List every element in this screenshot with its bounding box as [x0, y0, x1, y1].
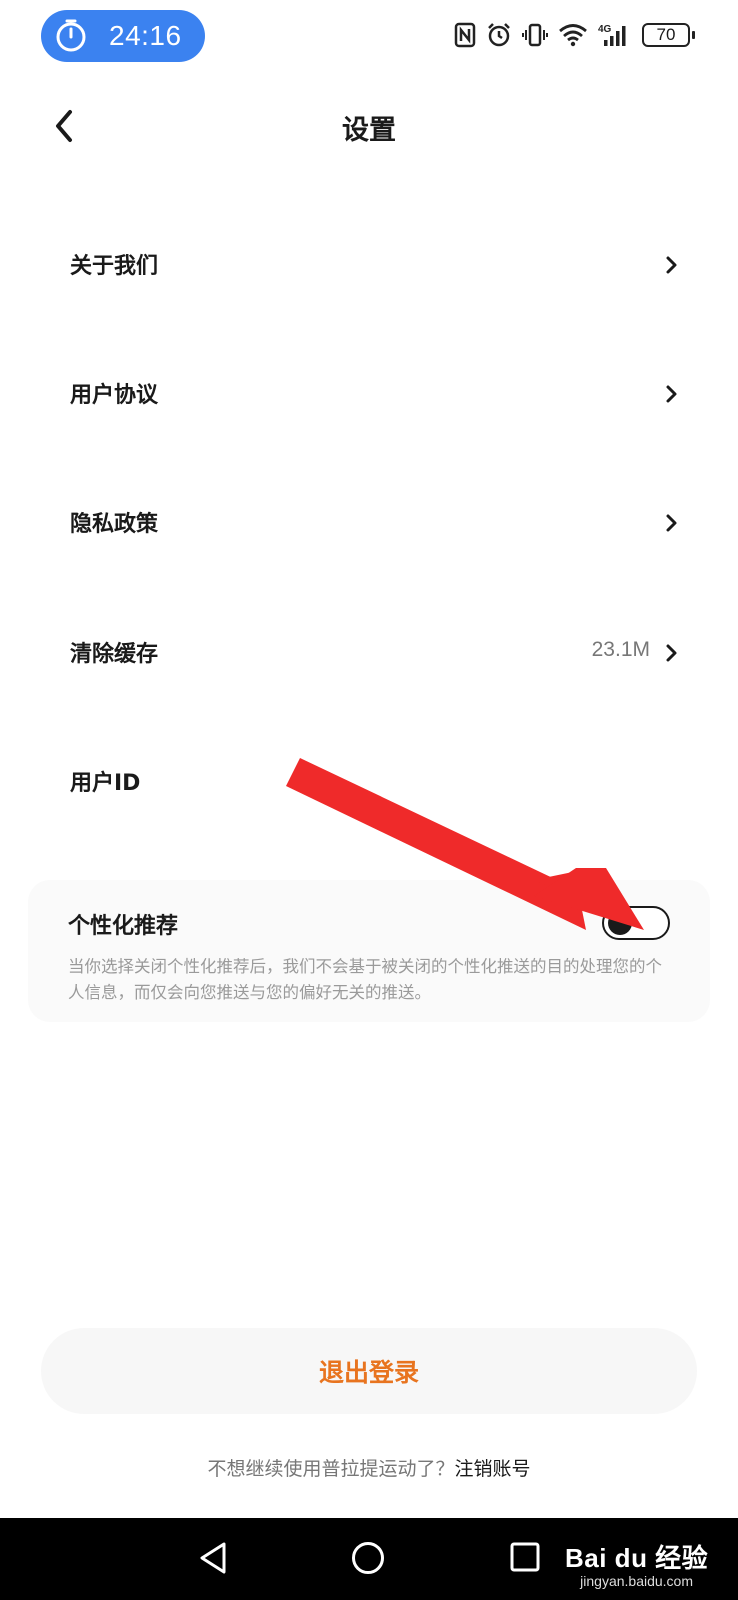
signal-4g-icon: 4G	[598, 24, 626, 46]
settings-item-user-agreement[interactable]: 用户协议	[0, 339, 738, 449]
page-title: 设置	[342, 115, 396, 146]
timer-icon	[56, 19, 86, 52]
status-icons: 4G 70	[454, 18, 695, 52]
personalized-toggle[interactable]	[602, 906, 670, 940]
battery-level: 70	[656, 25, 676, 44]
wifi-icon	[559, 24, 587, 47]
watermark-main: Bai du 经验	[565, 1543, 709, 1573]
personalized-recommendation-card: 个性化推荐 当你选择关闭个性化推荐后，我们不会基于被关闭的个性化推送的目的处理您…	[28, 880, 710, 1022]
cache-size-value: 23.1M	[591, 638, 650, 661]
footer-cancel-account: 不想继续使用普拉提运动了？注销账号	[0, 1454, 738, 1481]
timer-pill[interactable]: 24:16	[41, 10, 205, 62]
toggle-knob	[608, 911, 632, 935]
cancel-account-link[interactable]: 注销账号	[455, 1458, 531, 1480]
chevron-right-icon	[666, 514, 677, 532]
watermark-sub: jingyan.baidu.com	[580, 1573, 694, 1589]
settings-item-label: 用户协议	[70, 383, 159, 408]
settings-item-label: 隐私政策	[70, 512, 159, 537]
nav-back-icon[interactable]	[196, 1540, 232, 1576]
timer-text: 24:16	[109, 20, 182, 51]
personalized-description: 当你选择关闭个性化推荐后，我们不会基于被关闭的个性化推送的目的处理您的个人信息，…	[68, 957, 662, 1002]
personalized-title: 个性化推荐	[68, 914, 179, 939]
vibrate-icon	[522, 23, 548, 47]
battery-indicator: 70	[642, 23, 695, 47]
settings-item-privacy-policy[interactable]: 隐私政策	[0, 468, 738, 578]
svg-text:4G: 4G	[598, 24, 612, 35]
chevron-right-icon	[666, 256, 677, 274]
status-bar: 24:16 4G 70	[0, 0, 738, 72]
settings-item-label: 关于我们	[70, 254, 159, 279]
chevron-right-icon	[666, 644, 677, 662]
baidu-jingyan-watermark: Bai du 经验 jingyan.baidu.com	[565, 1538, 708, 1589]
header: 设置	[0, 90, 738, 162]
footer-prompt: 不想继续使用普拉提运动了？	[207, 1458, 455, 1480]
settings-item-label: 清除缓存	[70, 642, 159, 667]
logout-button[interactable]: 退出登录	[41, 1328, 697, 1414]
settings-item-user-id: 用户ID	[0, 727, 738, 837]
settings-item-label: 用户ID	[70, 771, 141, 796]
chevron-right-icon	[666, 385, 677, 403]
alarm-icon	[488, 23, 510, 47]
nav-recents-icon[interactable]	[508, 1540, 542, 1574]
system-nav-bar: Bai du 经验 jingyan.baidu.com	[0, 1518, 738, 1600]
settings-item-clear-cache[interactable]: 清除缓存 23.1M	[0, 598, 738, 708]
nfc-icon	[454, 22, 476, 48]
nav-home-icon[interactable]	[350, 1540, 386, 1576]
settings-item-about-us[interactable]: 关于我们	[0, 210, 738, 320]
logout-label: 退出登录	[318, 1358, 419, 1387]
